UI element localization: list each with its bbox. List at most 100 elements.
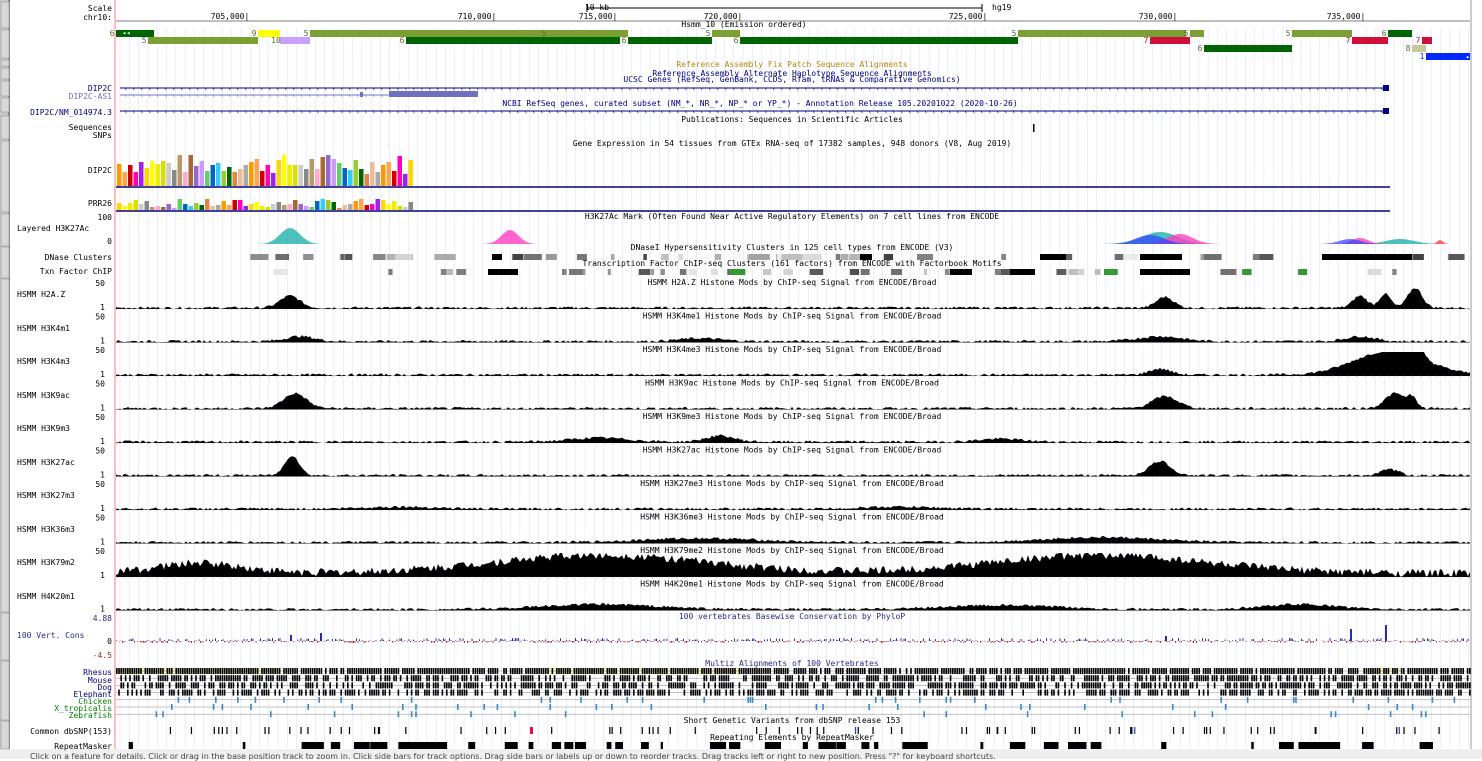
dbsnp-variant[interactable] bbox=[551, 727, 552, 734]
dnase-cluster[interactable] bbox=[1204, 254, 1221, 260]
chromhmm-block[interactable] bbox=[740, 37, 1018, 44]
tfbs-cluster[interactable] bbox=[456, 269, 466, 275]
dbsnp-variant[interactable] bbox=[1173, 727, 1174, 734]
dbsnp-variant[interactable] bbox=[891, 727, 892, 734]
dnase-cluster[interactable] bbox=[884, 254, 893, 260]
gtex-bar-dip2c[interactable] bbox=[288, 165, 293, 186]
tfbs-cluster[interactable] bbox=[1220, 269, 1236, 275]
dbsnp-variant[interactable] bbox=[1204, 727, 1205, 734]
tfbs-cluster[interactable] bbox=[488, 269, 518, 275]
dnase-cluster[interactable] bbox=[1123, 254, 1138, 260]
tfbs-cluster[interactable] bbox=[441, 269, 446, 275]
dnase-cluster[interactable] bbox=[546, 254, 557, 260]
dnase-cluster[interactable] bbox=[373, 254, 386, 260]
tfbs-cluster[interactable] bbox=[274, 269, 289, 275]
gene-exon[interactable] bbox=[1383, 85, 1389, 91]
dbsnp-variant[interactable] bbox=[1403, 727, 1404, 734]
gtex-bar-dip2c[interactable] bbox=[326, 155, 331, 186]
repeat-element[interactable] bbox=[1298, 742, 1309, 749]
gtex-gene1-label[interactable]: DIP2C bbox=[88, 166, 112, 175]
repeat-element[interactable] bbox=[529, 742, 534, 749]
layered-h3k27ac-label[interactable]: Layered H3K27Ac bbox=[17, 224, 89, 233]
gtex-bar-dip2c[interactable] bbox=[123, 172, 128, 186]
dnase-label[interactable]: DNase Clusters bbox=[45, 253, 112, 262]
repeat-element[interactable] bbox=[1161, 742, 1166, 749]
dbsnp-variant[interactable] bbox=[620, 727, 621, 734]
dnase-cluster[interactable] bbox=[434, 254, 455, 260]
dbsnp-variant[interactable] bbox=[1257, 727, 1258, 734]
gtex-bar-dip2c[interactable] bbox=[150, 161, 155, 186]
gtex-bar-dip2c[interactable] bbox=[348, 170, 353, 186]
gtex-bar-dip2c[interactable] bbox=[145, 168, 150, 186]
gtex-bar-dip2c[interactable] bbox=[403, 174, 408, 186]
dnase-cluster[interactable] bbox=[777, 254, 782, 260]
tfbs-cluster[interactable] bbox=[689, 269, 697, 275]
tfbs-cluster[interactable] bbox=[1298, 269, 1307, 275]
genome-track-canvas[interactable]: 10 kbhg19705,000|710,000|715,000|720,000… bbox=[0, 0, 1482, 759]
gtex-bar-prr26[interactable] bbox=[403, 207, 408, 210]
tfbs-cluster[interactable] bbox=[924, 269, 927, 275]
dbsnp-variant[interactable] bbox=[1206, 727, 1207, 734]
gtex-bar-prr26[interactable] bbox=[343, 205, 348, 210]
track-group-handle[interactable] bbox=[1, 2, 9, 28]
dbsnp-variant[interactable] bbox=[300, 727, 301, 734]
gtex-bar-prr26[interactable] bbox=[304, 206, 309, 210]
repeat-element[interactable] bbox=[661, 742, 663, 749]
track-group-handle[interactable] bbox=[1, 613, 9, 660]
tfbs-cluster[interactable] bbox=[711, 269, 718, 275]
gtex-bar-prr26[interactable] bbox=[381, 200, 386, 210]
repeat-element[interactable] bbox=[615, 742, 623, 749]
tfbs-cluster[interactable] bbox=[1010, 269, 1035, 275]
track-group-handle[interactable] bbox=[1, 98, 9, 112]
histone-signal[interactable] bbox=[116, 456, 1470, 476]
gtex-bar-prr26[interactable] bbox=[172, 208, 177, 210]
tfbs-cluster[interactable] bbox=[660, 269, 664, 275]
dbsnp-variant[interactable] bbox=[222, 727, 223, 734]
dbsnp-variant[interactable] bbox=[341, 727, 342, 734]
gtex-bar-dip2c[interactable] bbox=[161, 161, 166, 186]
gtex-bar-prr26[interactable] bbox=[194, 203, 199, 210]
dbsnp-variant[interactable] bbox=[170, 727, 171, 734]
repeat-element[interactable] bbox=[468, 742, 475, 749]
tfbs-cluster[interactable] bbox=[680, 269, 686, 275]
repeat-element[interactable] bbox=[874, 742, 878, 749]
dnase-cluster[interactable] bbox=[782, 254, 803, 260]
dbsnp-variant[interactable] bbox=[1438, 727, 1439, 734]
dbsnp-variant[interactable] bbox=[609, 727, 610, 734]
repeat-element[interactable] bbox=[607, 742, 612, 749]
repeat-element[interactable] bbox=[1251, 742, 1253, 749]
chromhmm-block[interactable] bbox=[1018, 30, 1186, 37]
tfbs-cluster[interactable] bbox=[891, 269, 902, 275]
gtex-bar-dip2c[interactable] bbox=[321, 157, 326, 186]
dbsnp-variant[interactable] bbox=[486, 727, 487, 734]
gtex-bar-prr26[interactable] bbox=[128, 203, 133, 210]
gtex-bar-dip2c[interactable] bbox=[392, 171, 397, 186]
gtex-bar-dip2c[interactable] bbox=[304, 169, 309, 186]
repeat-element[interactable] bbox=[354, 742, 370, 749]
dbsnp-variant[interactable] bbox=[495, 727, 496, 734]
gtex-bar-prr26[interactable] bbox=[359, 199, 364, 210]
dbsnp-variant[interactable] bbox=[1130, 727, 1131, 734]
histone-signal[interactable] bbox=[116, 603, 1470, 610]
dnase-cluster[interactable] bbox=[524, 254, 542, 260]
gtex-bar-dip2c[interactable] bbox=[156, 164, 161, 186]
repeat-element[interactable] bbox=[765, 742, 781, 749]
chromhmm-block[interactable] bbox=[1150, 37, 1190, 44]
gtex-bar-dip2c[interactable] bbox=[370, 162, 375, 186]
gtex-bar-prr26[interactable] bbox=[156, 206, 161, 210]
dbsnp-variant[interactable] bbox=[330, 727, 331, 734]
tfbs-cluster[interactable] bbox=[651, 269, 654, 275]
repeat-element[interactable] bbox=[1044, 742, 1059, 749]
gtex-bar-prr26[interactable] bbox=[211, 206, 216, 210]
repeat-element[interactable] bbox=[1309, 742, 1323, 749]
dnase-cluster[interactable] bbox=[836, 254, 840, 260]
dbsnp-variant[interactable] bbox=[1110, 727, 1111, 734]
repeat-element[interactable] bbox=[710, 742, 726, 749]
gtex-bar-prr26[interactable] bbox=[288, 204, 293, 210]
gtex-bar-prr26[interactable] bbox=[315, 201, 320, 210]
dnase-cluster[interactable] bbox=[303, 254, 313, 260]
dnase-cluster[interactable] bbox=[860, 254, 872, 260]
repeat-element[interactable] bbox=[302, 742, 314, 749]
gtex-bar-dip2c[interactable] bbox=[260, 171, 265, 186]
dbsnp-variant[interactable] bbox=[987, 727, 988, 734]
